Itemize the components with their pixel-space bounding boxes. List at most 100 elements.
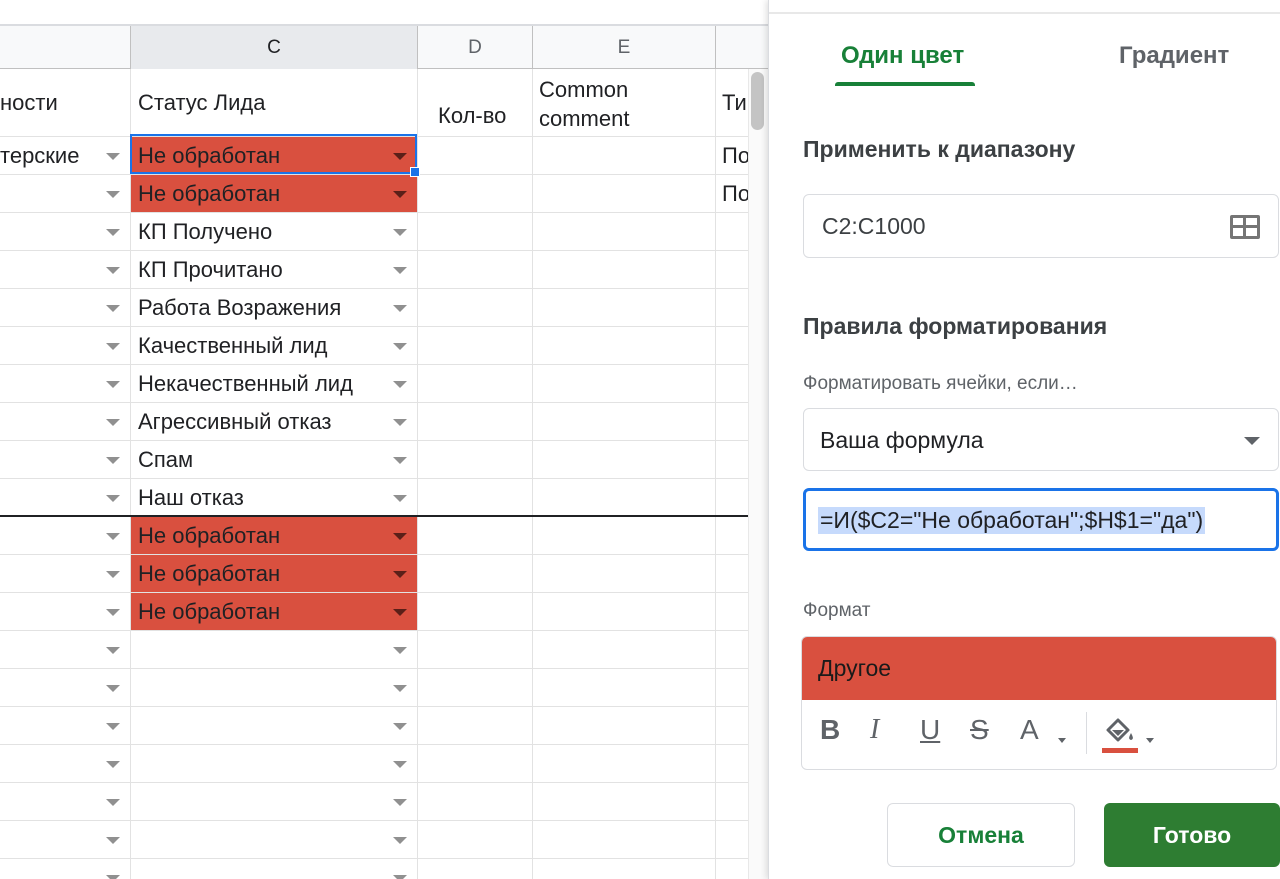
cell-e[interactable] xyxy=(533,365,716,402)
cell-c[interactable]: Наш отказ xyxy=(131,479,418,516)
cell-b[interactable] xyxy=(0,213,131,250)
cell-c[interactable]: Не обработан xyxy=(131,517,418,554)
dropdown-arrow-icon[interactable] xyxy=(106,342,120,350)
done-button[interactable]: Готово xyxy=(1104,803,1280,867)
cell-d[interactable] xyxy=(418,707,533,744)
dropdown-arrow-icon[interactable] xyxy=(393,494,407,502)
cell-b[interactable] xyxy=(0,441,131,478)
cell-e[interactable] xyxy=(533,745,716,782)
cell-b[interactable] xyxy=(0,859,131,879)
cell-e[interactable] xyxy=(533,555,716,592)
cell-c[interactable]: КП Прочитано xyxy=(131,251,418,288)
dropdown-arrow-icon[interactable] xyxy=(106,836,120,844)
cell-c[interactable] xyxy=(131,669,418,706)
cancel-button[interactable]: Отмена xyxy=(887,803,1075,867)
cell-e[interactable] xyxy=(533,631,716,668)
cell-d[interactable] xyxy=(418,745,533,782)
cell-c[interactable] xyxy=(131,859,418,879)
cell-c[interactable]: Спам xyxy=(131,441,418,478)
cell-d[interactable] xyxy=(418,555,533,592)
dropdown-arrow-icon[interactable] xyxy=(393,760,407,768)
cell-d[interactable] xyxy=(418,441,533,478)
header-cell-c[interactable]: Статус Лида xyxy=(131,69,418,136)
cell-c[interactable] xyxy=(131,783,418,820)
dropdown-arrow-icon[interactable] xyxy=(393,722,407,730)
cell-d[interactable] xyxy=(418,289,533,326)
column-header-d[interactable]: D xyxy=(418,26,533,69)
column-header-e[interactable]: E xyxy=(533,26,716,69)
header-cell-b[interactable]: ности xyxy=(0,69,131,136)
dropdown-arrow-icon[interactable] xyxy=(106,722,120,730)
cell-b[interactable] xyxy=(0,365,131,402)
cell-c[interactable]: Не обработан xyxy=(131,593,418,630)
cell-b[interactable] xyxy=(0,821,131,858)
bold-button[interactable]: B xyxy=(820,714,840,746)
cell-c[interactable]: Не обработан xyxy=(131,175,418,212)
dropdown-arrow-icon[interactable] xyxy=(106,874,120,879)
scrollbar-thumb[interactable] xyxy=(751,72,764,130)
dropdown-arrow-icon[interactable] xyxy=(393,266,407,274)
dropdown-arrow-icon[interactable] xyxy=(106,494,120,502)
formula-input[interactable]: =И($C2="Не обработан";$H$1="да") xyxy=(803,488,1279,551)
dropdown-arrow-icon[interactable] xyxy=(393,380,407,388)
column-header-b[interactable] xyxy=(0,26,131,69)
cell-e[interactable] xyxy=(533,707,716,744)
cell-e[interactable] xyxy=(533,517,716,554)
dropdown-arrow-icon[interactable] xyxy=(106,646,120,654)
cell-e[interactable] xyxy=(533,403,716,440)
cell-d[interactable] xyxy=(418,821,533,858)
dropdown-arrow-icon[interactable] xyxy=(393,456,407,464)
dropdown-arrow-icon[interactable] xyxy=(106,304,120,312)
dropdown-arrow-icon[interactable] xyxy=(106,266,120,274)
cell-b[interactable] xyxy=(0,479,131,516)
cell-b[interactable] xyxy=(0,593,131,630)
dropdown-arrow-icon[interactable] xyxy=(106,380,120,388)
cell-b[interactable] xyxy=(0,555,131,592)
cell-b[interactable] xyxy=(0,707,131,744)
dropdown-arrow-icon[interactable] xyxy=(393,570,407,578)
dropdown-arrow-icon[interactable] xyxy=(393,152,407,160)
cell-c[interactable] xyxy=(131,707,418,744)
dropdown-arrow-icon[interactable] xyxy=(106,760,120,768)
dropdown-arrow-icon[interactable] xyxy=(393,874,407,879)
cell-b[interactable]: терские xyxy=(0,137,131,174)
cell-b[interactable] xyxy=(0,631,131,668)
dropdown-arrow-icon[interactable] xyxy=(106,418,120,426)
italic-button[interactable]: I xyxy=(870,714,879,746)
cell-d[interactable] xyxy=(418,213,533,250)
column-header-f[interactable] xyxy=(716,26,768,69)
tab-single-color[interactable]: Один цвет xyxy=(841,42,964,70)
cell-e[interactable] xyxy=(533,821,716,858)
header-cell-d[interactable]: Кол-во xyxy=(418,69,533,136)
underline-button[interactable]: U xyxy=(920,714,940,746)
range-input[interactable]: C2:C1000 xyxy=(803,194,1279,258)
cell-b[interactable] xyxy=(0,669,131,706)
dropdown-arrow-icon[interactable] xyxy=(106,570,120,578)
vertical-scrollbar[interactable] xyxy=(748,69,768,879)
cell-c[interactable]: Агрессивный отказ xyxy=(131,403,418,440)
dropdown-arrow-icon[interactable] xyxy=(106,532,120,540)
cell-d[interactable] xyxy=(418,593,533,630)
dropdown-arrow-icon[interactable] xyxy=(106,190,120,198)
cell-c[interactable]: Не обработан xyxy=(131,555,418,592)
dropdown-arrow-icon[interactable] xyxy=(393,418,407,426)
dropdown-arrow-icon[interactable] xyxy=(106,152,120,160)
dropdown-arrow-icon[interactable] xyxy=(393,684,407,692)
dropdown-arrow-icon[interactable] xyxy=(393,532,407,540)
cell-b[interactable] xyxy=(0,289,131,326)
cell-d[interactable] xyxy=(418,517,533,554)
cell-e[interactable] xyxy=(533,213,716,250)
column-header-c[interactable]: C xyxy=(131,26,418,69)
cell-c[interactable] xyxy=(131,631,418,668)
cell-d[interactable] xyxy=(418,403,533,440)
cell-b[interactable] xyxy=(0,403,131,440)
cell-c[interactable] xyxy=(131,821,418,858)
cell-c[interactable] xyxy=(131,745,418,782)
cell-b[interactable] xyxy=(0,175,131,212)
cell-d[interactable] xyxy=(418,479,533,516)
cell-b[interactable] xyxy=(0,783,131,820)
dropdown-arrow-icon[interactable] xyxy=(393,608,407,616)
dropdown-arrow-icon[interactable] xyxy=(393,836,407,844)
cell-d[interactable] xyxy=(418,669,533,706)
dropdown-arrow-icon[interactable] xyxy=(106,684,120,692)
